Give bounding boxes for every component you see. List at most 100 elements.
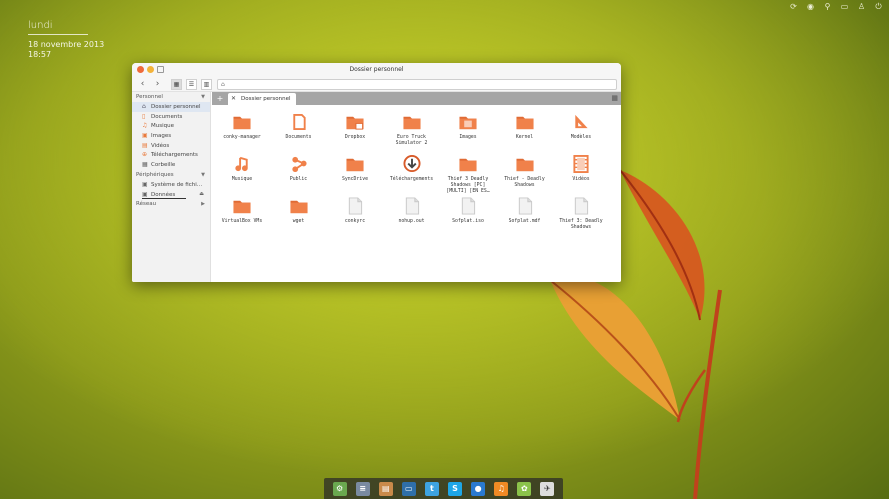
folder-icon [515,116,534,130]
sidebar-item-label: Corbeille [151,162,176,169]
file-item-label: Kernel [515,135,534,140]
desktop-clock: lundi 18 novembre 2013 18:57 [28,20,104,60]
file-item[interactable]: Modèles [553,113,609,141]
file-item[interactable]: Thief 3 Deadly Shadows [PC] [MULTI] [EN … [440,155,496,195]
folder-icon [515,158,534,172]
file-icon [348,197,363,215]
close-tab-icon[interactable]: ✕ [231,93,236,105]
file-item-label: Dropbox [344,135,366,140]
chat-app-icon[interactable]: ● [471,481,486,496]
file-item[interactable]: Vidéos [553,155,609,183]
file-item-label: conkyrc [344,219,366,224]
sidebar-item[interactable]: ▤ Vidéos [132,141,210,151]
monitor-app-icon[interactable]: ▭ [401,481,416,496]
sidebar-item[interactable]: ⌂ Dossier personnel [132,102,210,112]
location-bar[interactable]: ⌂ [217,79,617,90]
file-item[interactable]: conkyrc [327,197,383,225]
chevron-down-icon[interactable]: ▼ [201,170,205,180]
forward-button[interactable]: › [152,79,163,90]
file-item[interactable]: Sofplat.iso [440,197,496,225]
icon-view-button[interactable]: ▦ [171,79,182,90]
file-item-label: Modèles [570,135,592,140]
user-icon[interactable]: ♙ [857,2,866,11]
network-icon[interactable]: ◉ [806,2,815,11]
file-item-label: Thief 3 Deadly Shadows [PC] [MULTI] [EN … [446,177,490,194]
file-item[interactable]: Images [440,113,496,141]
twitter-app-icon[interactable]: t [424,481,439,496]
images-icon: ▣ [142,132,148,140]
titlebar[interactable]: Dossier personnel [132,63,621,77]
launcher-app-icon[interactable]: ✈ [540,481,555,496]
sidebar-item-label: Musique [151,123,174,130]
file-item[interactable]: nohup.out [384,197,440,225]
dock: ⚙ ≡ ▤ ▭ t S ● ♫ ✿ ✈ [324,478,563,499]
file-item[interactable]: VirtualBox VMs [214,197,270,225]
file-item[interactable]: Sofplat.mdf [497,197,553,225]
skype-app-icon[interactable]: S [448,481,463,496]
mixer-app-icon[interactable]: ≡ [355,481,370,496]
sidebar-item-label: Vidéos [151,142,170,149]
sidebar-item[interactable]: ⊕ Téléchargements [132,150,210,160]
new-tab-button[interactable]: + [215,93,225,104]
folder-icon [346,158,364,172]
sidebar-section-header[interactable]: Réseau ▶ [132,199,210,209]
folder-icon [459,158,477,172]
folder-icon [233,200,251,214]
sidebar-item[interactable]: ▦ Corbeille [132,160,210,170]
videos-folder-icon [573,155,589,173]
clock-date: 18 novembre 2013 [28,40,105,49]
file-item-label: Public [289,177,308,182]
file-item[interactable]: Musique [214,155,270,183]
file-item[interactable]: Thief 3: Deadly Shadows [553,197,609,231]
file-item[interactable]: Thief - Deadly Shadows [497,155,553,189]
sidebar-item[interactable]: ♫ Musique [132,121,210,131]
downloads-icon: ⊕ [142,151,148,159]
home-location-icon[interactable]: ⌂ [221,81,225,88]
sync-icon[interactable]: ⟳ [789,2,798,11]
file-item[interactable]: conky-manager [214,113,270,141]
music-app-icon[interactable]: ♫ [494,481,509,496]
file-item[interactable]: Documents [271,113,327,141]
documents-folder-icon [292,113,306,131]
file-icon [461,197,476,215]
tab-dossier-personnel[interactable]: ✕ Dossier personnel [228,93,296,105]
file-item[interactable]: Public [271,155,327,183]
file-item-label: Sofplat.iso [452,219,484,224]
chevron-right-icon[interactable]: ▶ [201,199,205,209]
clock-day: lundi [28,20,53,31]
file-item[interactable]: wget [271,197,327,225]
sidebar-item[interactable]: ▯ Documents [132,112,210,122]
file-item-label: Documents [285,135,312,140]
power-icon[interactable]: ⏻ [874,2,883,11]
drive-icon: ▣ [142,180,148,188]
trash-icon[interactable]: ▦ [611,94,618,102]
system-tray: ⟳ ◉ ⚲ ▭ ♙ ⏻ [789,2,883,11]
sidebar-item-label: Système de fichi… [151,181,203,188]
sound-icon[interactable]: ⚲ [823,2,832,11]
list-view-button[interactable]: ☰ [186,79,197,90]
sidebar-item[interactable]: ▣ Système de fichi… [132,180,210,190]
sidebar-item[interactable]: ▣ Données ⏏ [132,190,210,200]
file-item[interactable]: Kernel [497,113,553,141]
chevron-down-icon[interactable]: ▼ [201,92,205,102]
chat-icon[interactable]: ▭ [840,2,849,11]
eject-icon[interactable]: ⏏ [199,190,204,200]
sidebar-section-header[interactable]: Périphériques ▼ [132,170,210,180]
sidebar-section-header[interactable]: Personnel ▼ [132,92,210,102]
file-item[interactable]: Téléchargements [384,155,440,183]
file-item-label: conky-manager [223,135,261,140]
column-view-button[interactable]: ▥ [201,79,212,90]
file-item[interactable]: Euro Truck Simulator 2 [384,113,440,147]
sidebar-item[interactable]: ▣ Images [132,131,210,141]
android-app-icon[interactable]: ✿ [517,481,532,496]
file-item-label: wget [292,219,305,224]
file-item[interactable]: SyncDrive [327,155,383,183]
settings-app-icon[interactable]: ⚙ [332,481,347,496]
back-button[interactable]: ‹ [137,79,148,90]
folder-icon [402,116,421,130]
file-icon [405,197,419,215]
toolbar: ‹ › ▦ ☰ ▥ ⌂ [132,77,621,92]
files-app-icon[interactable]: ▤ [378,481,393,496]
file-item-label: Euro Truck Simulator 2 [395,135,428,146]
file-item[interactable]: Dropbox [327,113,383,141]
